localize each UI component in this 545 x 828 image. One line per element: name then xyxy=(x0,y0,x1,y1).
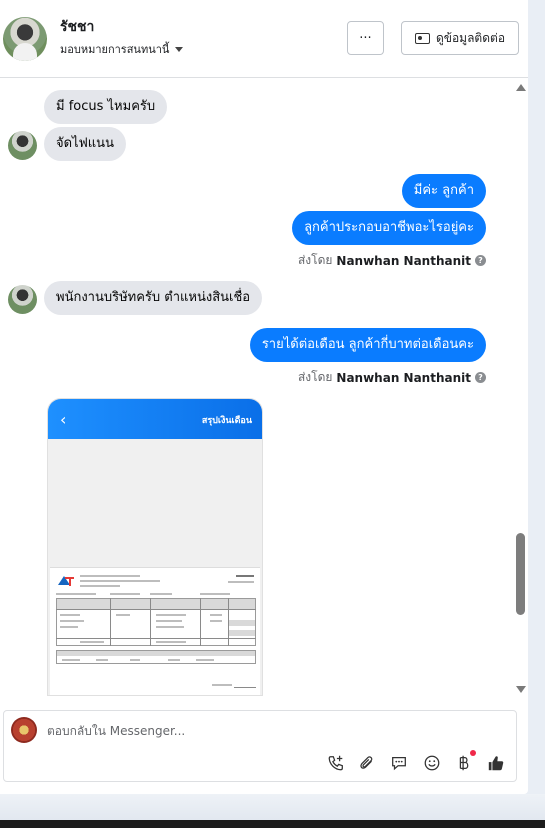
conversation-panel: รัชชา มอบหมายการสนทนานี้ ··· ดูข้อมูลติด… xyxy=(0,0,528,794)
reply-input[interactable]: ตอบกลับใน Messenger... xyxy=(47,722,185,741)
sent-by-note: ส่งโดย Nanwhan Nanthanit ? xyxy=(298,368,486,387)
sent-by-name: Nanwhan Nanthanit xyxy=(336,253,471,268)
company-logo xyxy=(58,576,74,586)
attachment-header-title: สรุปเงินเดือน xyxy=(201,416,252,426)
thumbs-up-icon[interactable] xyxy=(486,753,506,773)
incoming-message: พนักงานบริษัทครับ ตำแหน่งสินเชื่อ xyxy=(44,281,263,315)
baht-icon[interactable] xyxy=(454,753,474,773)
outgoing-message: มีค่ะ ลูกค้า xyxy=(401,174,486,208)
emoji-icon[interactable] xyxy=(422,753,442,773)
incoming-message: มี focus ไหมครับ xyxy=(44,90,168,124)
outgoing-message: รายได้ต่อเดือน ลูกค้ากี่บาทต่อเดือนคะ xyxy=(249,328,486,362)
id-card-icon xyxy=(414,32,430,44)
assign-conversation-label: มอบหมายการสนทนานี้ xyxy=(60,43,170,56)
image-attachment[interactable]: ‹ สรุปเงินเดือน xyxy=(47,398,263,696)
salary-slip-image xyxy=(50,567,260,695)
message-composer: ตอบกลับใน Messenger... xyxy=(3,710,517,782)
sent-by-note: ส่งโดย Nanwhan Nanthanit ? xyxy=(298,251,486,270)
scroll-thumb[interactable] xyxy=(516,533,525,615)
caret-down-icon xyxy=(175,46,184,52)
scroll-up-arrow-icon[interactable] xyxy=(516,84,526,91)
page-avatar xyxy=(11,717,37,743)
paperclip-icon[interactable] xyxy=(357,753,377,773)
sender-avatar[interactable] xyxy=(8,131,37,160)
incoming-message: จัดไฟแนน xyxy=(44,127,126,161)
sent-by-prefix: ส่งโดย xyxy=(297,370,333,384)
sent-by-prefix: ส่งโดย xyxy=(297,253,333,267)
question-circle-icon[interactable]: ? xyxy=(475,255,486,266)
chevron-left-icon: ‹ xyxy=(60,410,67,429)
call-add-icon[interactable] xyxy=(326,753,346,773)
window-edge xyxy=(528,0,545,794)
contact-name[interactable]: รัชชา xyxy=(60,16,94,38)
notification-dot xyxy=(470,750,476,756)
chat-bubble-icon[interactable] xyxy=(389,753,409,773)
sent-by-name: Nanwhan Nanthanit xyxy=(336,370,471,385)
conversation-header: รัชชา มอบหมายการสนทนานี้ ··· ดูข้อมูลติด… xyxy=(0,0,528,78)
scroll-down-arrow-icon[interactable] xyxy=(516,686,526,693)
more-options-label: ··· xyxy=(359,30,372,46)
view-contact-info-label: ดูข้อมูลติดต่อ xyxy=(435,30,506,45)
messages-scrollbar[interactable] xyxy=(513,80,528,697)
question-circle-icon[interactable]: ? xyxy=(475,372,486,383)
window-bottom-area xyxy=(0,794,545,820)
assign-conversation-dropdown[interactable]: มอบหมายการสนทนานี้ xyxy=(60,40,184,58)
contact-avatar[interactable] xyxy=(3,17,47,61)
outgoing-message: ลูกค้าประกอบอาชีพอะไรอยู่คะ xyxy=(292,211,486,245)
attachment-app-header: ‹ สรุปเงินเดือน xyxy=(48,399,262,439)
sender-avatar[interactable] xyxy=(8,285,37,314)
more-options-button[interactable]: ··· xyxy=(347,21,384,55)
taskbar xyxy=(0,820,545,828)
view-contact-info-button[interactable]: ดูข้อมูลติดต่อ xyxy=(401,21,519,55)
